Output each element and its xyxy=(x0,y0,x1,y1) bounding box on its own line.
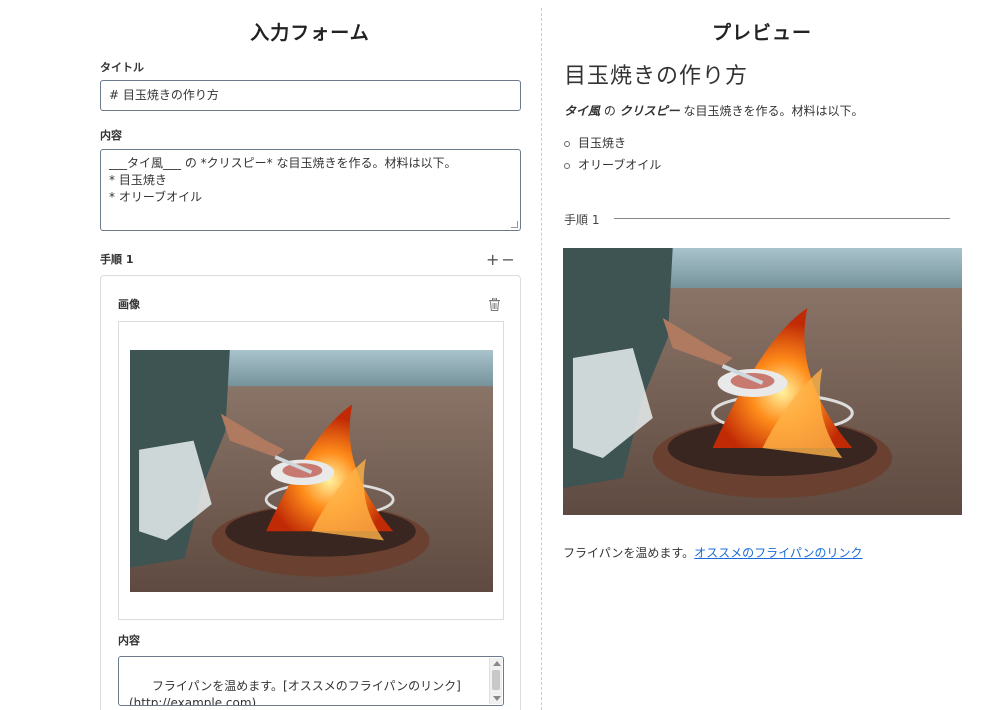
content-textarea-text: ___タイ風___ の *クリスピー* な目玉焼きを作る。材料は以下。 * 目玉… xyxy=(109,156,457,204)
preview-panel: プレビュー 目玉焼きの作り方 タイ風 の クリスピー な目玉焼きを作る。材料は以… xyxy=(542,0,1000,710)
preview-emphasis-2: クリスピー xyxy=(619,104,680,118)
recommended-pan-link[interactable]: オススメのフライパンのリンク xyxy=(694,546,862,560)
preview-step-label: 手順 1 xyxy=(564,213,600,227)
input-form-panel: 入力フォーム タイトル # 目玉焼きの作り方 内容 ___タイ風___ の *ク… xyxy=(0,0,540,710)
preview-text-mid: の xyxy=(600,104,620,118)
preview-text-rest: な目玉焼きを作る。材料は以下。 xyxy=(679,104,864,118)
list-item: オリーブオイル xyxy=(564,155,661,177)
scroll-up-icon[interactable] xyxy=(493,661,501,666)
minus-icon[interactable]: − xyxy=(501,250,516,269)
plus-icon[interactable]: + xyxy=(486,250,501,269)
form-heading: 入力フォーム xyxy=(250,22,370,44)
list-item: 目玉焼き xyxy=(564,133,661,155)
image-dropzone[interactable] xyxy=(118,321,504,620)
title-label: タイトル xyxy=(100,61,144,74)
preview-step-body: フライパンを温めます。 xyxy=(563,546,695,560)
preview-heading: プレビュー xyxy=(711,22,812,44)
scroll-down-icon[interactable] xyxy=(493,696,501,701)
content-label: 内容 xyxy=(100,129,122,142)
step-content-label: 内容 xyxy=(118,634,140,647)
resize-handle[interactable] xyxy=(511,221,518,228)
content-textarea[interactable]: ___タイ風___ の *クリスピー* な目玉焼きを作る。材料は以下。 * 目玉… xyxy=(100,149,521,231)
preview-title: 目玉焼きの作り方 xyxy=(564,64,749,89)
trash-icon[interactable] xyxy=(489,298,500,311)
preview-ingredient-list: 目玉焼き オリーブオイル xyxy=(564,133,661,177)
title-input[interactable]: # 目玉焼きの作り方 xyxy=(100,80,521,111)
campfire-photo xyxy=(130,350,493,592)
textarea-scrollbar[interactable] xyxy=(489,658,502,704)
step-label: 手順 1 xyxy=(100,253,134,266)
preview-campfire-photo xyxy=(563,248,962,515)
image-label: 画像 xyxy=(118,298,140,311)
step-card: 画像 内容 フライパンを温めます。[オススメのフライパンのリンク] (http:… xyxy=(100,275,521,710)
preview-step-text: フライパンを温めます。オススメのフライパンのリンク xyxy=(563,544,863,561)
preview-emphasis-1: タイ風 xyxy=(564,104,601,118)
scroll-thumb[interactable] xyxy=(492,670,500,690)
step-controls: +− xyxy=(486,250,517,269)
step-content-textarea[interactable]: フライパンを温めます。[オススメのフライパンのリンク] (http://exam… xyxy=(118,656,504,706)
preview-paragraph: タイ風 の クリスピー な目玉焼きを作る。材料は以下。 xyxy=(564,102,864,119)
step-content-text: フライパンを温めます。[オススメのフライパンのリンク] (http://exam… xyxy=(129,679,461,706)
preview-step-rule xyxy=(614,218,950,219)
